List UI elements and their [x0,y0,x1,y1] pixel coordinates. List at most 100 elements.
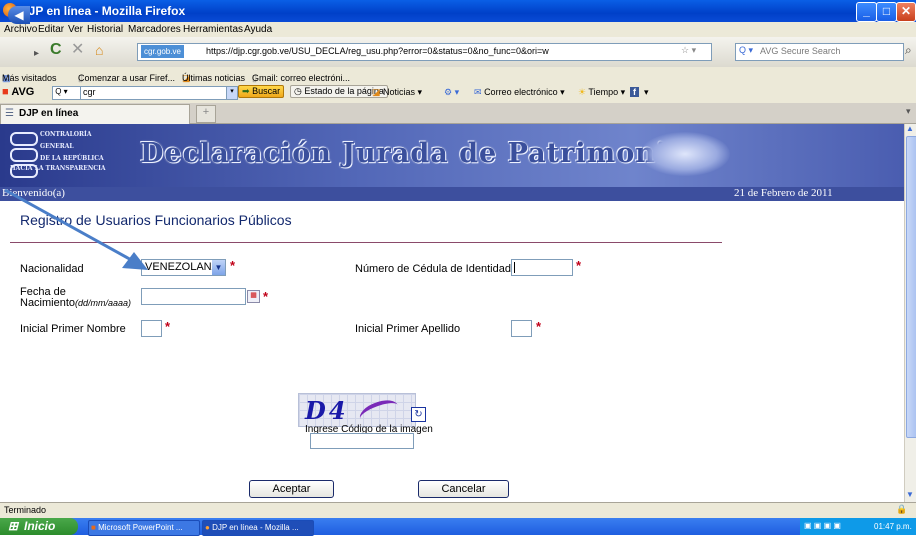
window-title-bar: DJP en línea - Mozilla Firefox _ □ ✕ [0,0,916,22]
buscar-button[interactable]: ➡ Buscar [238,85,285,98]
page-scrollbar[interactable]: ▲ ▼ [904,124,916,502]
firefox-icon: ● [205,523,210,532]
banner-title: Declaración Jurada de Patrimonio [140,138,687,169]
mail-icon: ✉ [474,87,482,97]
correo-button[interactable]: ✉ Correo electrónico ▾ [474,87,565,98]
avg-toolbar: ■ AVG Q ▾ cgr ▾ ➡ Buscar ◷ Estado de la … [0,84,916,104]
correo-label: Correo electrónico [484,87,558,97]
key-icon [10,132,38,146]
menu-historial[interactable]: Historial [87,24,123,35]
bookmark-star-icon[interactable]: ☆ ▾ [681,45,696,56]
avg-brand: AVG [11,86,35,98]
new-tab-button[interactable]: + [196,105,216,123]
facebook-icon[interactable]: f [630,87,639,97]
avg-logo[interactable]: ■ AVG [2,86,34,98]
required-mark: * [230,258,236,273]
captcha-input[interactable] [310,433,414,449]
system-tray: ▣ ▣ ▣ ▣ 01:47 p.m. [800,518,916,535]
tab-label: DJP en línea [19,108,79,119]
captcha-image: D4 [298,393,416,427]
cedula-label: Número de Cédula de Identidad [355,263,511,275]
captcha-text: D4 [305,396,349,425]
inicial-nombre-input[interactable] [141,320,162,337]
lock-icon[interactable]: 🔒 [896,504,907,515]
required-mark: * [263,289,269,304]
rss-icon: ◪ [372,87,381,97]
scrollbar-thumb[interactable] [906,136,916,438]
powerpoint-icon: ■ [91,523,96,532]
reload-icon[interactable]: C [50,40,62,60]
avg-search-input[interactable]: cgr [80,86,234,100]
status-text: Terminado [4,505,47,515]
menu-ayuda[interactable]: Ayuda [244,24,272,35]
back-button[interactable]: ◀ [8,6,30,24]
menu-marcadores[interactable]: Marcadores [128,24,181,35]
text-cursor [514,262,515,273]
url-bar[interactable]: cgr.gob.ve https://djp.cgr.gob.ve/USU_DE… [137,43,712,61]
annotation-arrow [4,188,148,270]
task-label: DJP en línea - Mozilla ... [212,523,299,532]
stop-icon[interactable]: ✕ [71,40,84,60]
nombre-label: Inicial Primer Nombre [20,323,126,335]
start-button[interactable]: ⊞ Inicio [0,518,78,535]
fecha-hint: (dd/mm/aaaa) [75,298,132,308]
task-powerpoint[interactable]: ■ Microsoft PowerPoint ... [88,520,200,536]
close-button[interactable]: ✕ [896,2,916,22]
fecha-label-line2: Nacimiento(dd/mm/aaaa) [20,297,131,309]
avg-search-dropdown[interactable]: ▾ [226,86,238,100]
search-box[interactable]: Q ▾ AVG Secure Search [735,43,904,61]
tray-icons[interactable]: ▣ ▣ ▣ ▣ [804,521,841,530]
page-banner: CONTRALORÍA GENERAL DE LA REPÚBLICA HACI… [0,124,904,187]
windows-logo-icon: ⊞ [8,519,19,533]
forward-button[interactable]: ▸ [34,44,39,64]
scroll-down-icon[interactable]: ▼ [906,490,914,499]
menu-bar: Archivo Editar Ver Historial Marcadores … [0,22,916,37]
weather-icon: ☀ [578,87,587,97]
fecha-nacimiento-input[interactable] [141,288,246,305]
required-mark: * [576,258,582,273]
noticias-label: Noticias [383,87,416,97]
menu-archivo[interactable]: Archivo [4,24,37,35]
maximize-button[interactable]: □ [876,2,897,22]
tab-djp[interactable]: ☰ DJP en línea [0,104,190,124]
arrow-shaft [4,188,136,264]
fecha-label-text: Nacimiento [20,297,76,309]
required-mark: * [536,319,542,334]
home-icon[interactable]: ⌂ [95,40,103,60]
tab-list-dropdown[interactable]: ▾ [906,106,911,117]
menu-editar[interactable]: Editar [38,24,64,35]
url-text: https://djp.cgr.gob.ve/USU_DECLA/reg_usu… [206,46,549,56]
key-icon [10,148,38,162]
noticias-button[interactable]: ◪ Noticias ▾ [372,87,422,98]
clock[interactable]: 01:47 p.m. [874,522,912,531]
apellido-label: Inicial Primer Apellido [355,323,461,335]
required-mark: * [165,319,171,334]
calendar-icon[interactable]: ▦ [247,290,260,303]
scroll-up-icon[interactable]: ▲ [906,124,914,133]
bookmarks-toolbar: ▦ Más visitados ▯ Comenzar a usar Firef.… [0,67,916,85]
start-label: Inicio [24,519,56,533]
search-go-icon[interactable]: ⌕ [905,43,912,58]
facebook-dropdown[interactable]: ▾ [644,87,649,98]
menu-herramientas[interactable]: Herramientas [183,24,243,35]
minimize-button[interactable]: _ [856,2,877,22]
bookmark-label: Comenzar a usar Firef... [78,73,176,83]
avg-search-value: cgr [83,87,96,97]
site-identity[interactable]: cgr.gob.ve [141,45,184,58]
aceptar-button[interactable]: Aceptar [249,480,334,498]
cancelar-button[interactable]: Cancelar [418,480,509,498]
search-engine-icon[interactable]: Q ▾ [739,45,753,56]
cedula-input[interactable] [511,259,573,276]
task-firefox[interactable]: ● DJP en línea - Mozilla ... [202,520,314,536]
bookmark-label: Más visitados [2,73,57,83]
search-placeholder: AVG Secure Search [760,46,841,56]
clock-icon: ◷ [294,86,302,96]
window-title: DJP en línea - Mozilla Firefox [20,4,186,18]
inicial-apellido-input[interactable] [511,320,532,337]
status-bar: Terminado 🔒 [0,502,916,519]
menu-ver[interactable]: Ver [68,24,83,35]
refresh-captcha-icon[interactable]: ↻ [411,407,426,422]
chevron-down-icon: ▼ [212,260,225,275]
tiempo-button[interactable]: ☀ Tiempo ▾ [578,87,625,98]
avg-tools-icon[interactable]: ⚙ ▾ [444,87,459,98]
